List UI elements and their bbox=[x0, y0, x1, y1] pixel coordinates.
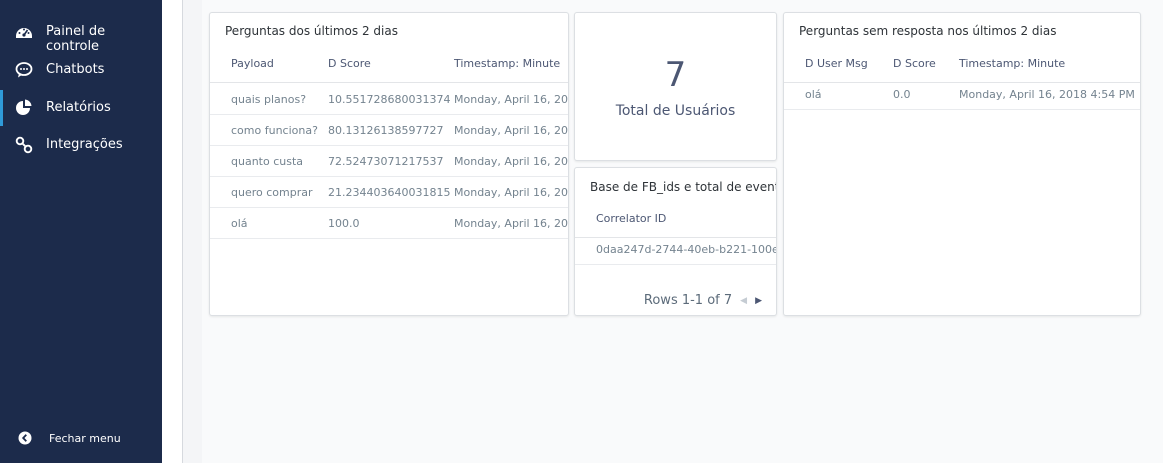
card-fb-ids: Base de FB_ids e total de event Correlat… bbox=[574, 167, 777, 316]
table-cell: Monday, April 16, 2018 bbox=[454, 93, 569, 106]
sidebar-item-label: Painel de controle bbox=[46, 24, 106, 54]
sidebar-item-label: Relatórios bbox=[46, 100, 111, 115]
dashboard-area: Perguntas dos últimos 2 dias Payload D S… bbox=[202, 0, 1163, 463]
sidebar-item-relatorios[interactable]: Relatórios bbox=[0, 90, 162, 126]
table-cell: quais planos? bbox=[231, 93, 307, 106]
card-unanswered-questions: Perguntas sem resposta nos últimos 2 dia… bbox=[783, 12, 1141, 316]
close-menu-button[interactable]: Fechar menu bbox=[0, 424, 162, 452]
table-cell: 100.0 bbox=[328, 217, 360, 230]
card-total-users: 7 Total de Usuários bbox=[574, 12, 777, 161]
table-row: olá 0.0 Monday, April 16, 2018 4:54 PM bbox=[784, 79, 1140, 110]
column-header[interactable]: D User Msg bbox=[805, 57, 868, 70]
sidebar-item-label: Chatbots bbox=[46, 62, 105, 77]
table-header: Correlator ID bbox=[575, 203, 776, 238]
scalar-label: Total de Usuários bbox=[615, 103, 736, 119]
close-menu-label: Fechar menu bbox=[49, 432, 121, 445]
card-title: Perguntas sem resposta nos últimos 2 dia… bbox=[799, 24, 1057, 38]
column-header[interactable]: D Score bbox=[328, 57, 371, 70]
chat-icon bbox=[15, 62, 33, 78]
dashboard-icon bbox=[16, 28, 32, 38]
table-cell: olá bbox=[231, 217, 248, 230]
table-cell: 0daa247d-2744-40eb-b221-100e5acb bbox=[596, 243, 777, 256]
column-header[interactable]: Timestamp: Minute bbox=[959, 57, 1065, 70]
column-header[interactable]: Correlator ID bbox=[596, 212, 666, 225]
table-cell: Monday, April 16, 2018 bbox=[454, 186, 569, 199]
column-header[interactable]: D Score bbox=[893, 57, 936, 70]
table-cell: Monday, April 16, 2018 bbox=[454, 217, 569, 230]
chevron-left-icon bbox=[18, 431, 32, 445]
table-cell: Monday, April 16, 2018 bbox=[454, 155, 569, 168]
table-row: quero comprar 21.234403640031815 Monday,… bbox=[210, 177, 568, 208]
next-page-icon[interactable]: ▶ bbox=[755, 296, 762, 306]
table-row: como funciona? 80.13126138597727 Monday,… bbox=[210, 115, 568, 146]
sidebar-item-integracoes[interactable]: Integrações bbox=[0, 127, 162, 163]
column-header[interactable]: Payload bbox=[231, 57, 274, 70]
sidebar-gutter bbox=[162, 0, 183, 463]
card-title: Perguntas dos últimos 2 dias bbox=[225, 24, 398, 38]
table-header: D User Msg D Score Timestamp: Minute bbox=[784, 48, 1140, 83]
pagination: Rows 1-1 of 7 ◀ ▶ bbox=[644, 293, 762, 308]
link-icon bbox=[15, 136, 33, 154]
table-row: quais planos? 10.551728680031374 Monday,… bbox=[210, 84, 568, 115]
table-cell: Monday, April 16, 2018 4:54 PM bbox=[959, 88, 1135, 101]
table-cell: 0.0 bbox=[893, 88, 911, 101]
pagination-text: Rows 1-1 of 7 bbox=[643, 293, 733, 308]
sidebar-item-painel-de-controle[interactable]: Painel de controle bbox=[0, 14, 162, 54]
table-row: quanto custa 72.52473071217537 Monday, A… bbox=[210, 146, 568, 177]
main-content: Perguntas dos últimos 2 dias Payload D S… bbox=[184, 0, 1163, 463]
table-cell: quanto custa bbox=[231, 155, 304, 168]
table-cell: como funciona? bbox=[231, 124, 318, 137]
sidebar-item-chatbots[interactable]: Chatbots bbox=[0, 52, 162, 88]
table-cell: 72.52473071217537 bbox=[328, 155, 444, 168]
table-cell: 21.234403640031815 bbox=[328, 186, 451, 199]
table-cell: olá bbox=[805, 88, 822, 101]
table-header: Payload D Score Timestamp: Minute bbox=[210, 48, 568, 83]
table-row: 0daa247d-2744-40eb-b221-100e5acb bbox=[575, 234, 776, 265]
card-recent-questions: Perguntas dos últimos 2 dias Payload D S… bbox=[209, 12, 569, 316]
table-cell: quero comprar bbox=[231, 186, 313, 199]
card-title: Base de FB_ids e total de event bbox=[590, 180, 777, 194]
table-cell: Monday, April 16, 2018 bbox=[454, 124, 569, 137]
table-row: olá 100.0 Monday, April 16, 2018 bbox=[210, 208, 568, 239]
scalar-value: 7 bbox=[664, 55, 687, 95]
previous-page-icon[interactable]: ◀ bbox=[740, 296, 747, 306]
sidebar: Painel de controle Chatbots Relatórios I… bbox=[0, 0, 162, 463]
table-cell: 10.551728680031374 bbox=[328, 93, 451, 106]
pie-chart-icon bbox=[16, 99, 32, 115]
table-cell: 80.13126138597727 bbox=[328, 124, 444, 137]
sidebar-item-label: Integrações bbox=[46, 137, 123, 152]
column-header[interactable]: Timestamp: Minute bbox=[454, 57, 560, 70]
